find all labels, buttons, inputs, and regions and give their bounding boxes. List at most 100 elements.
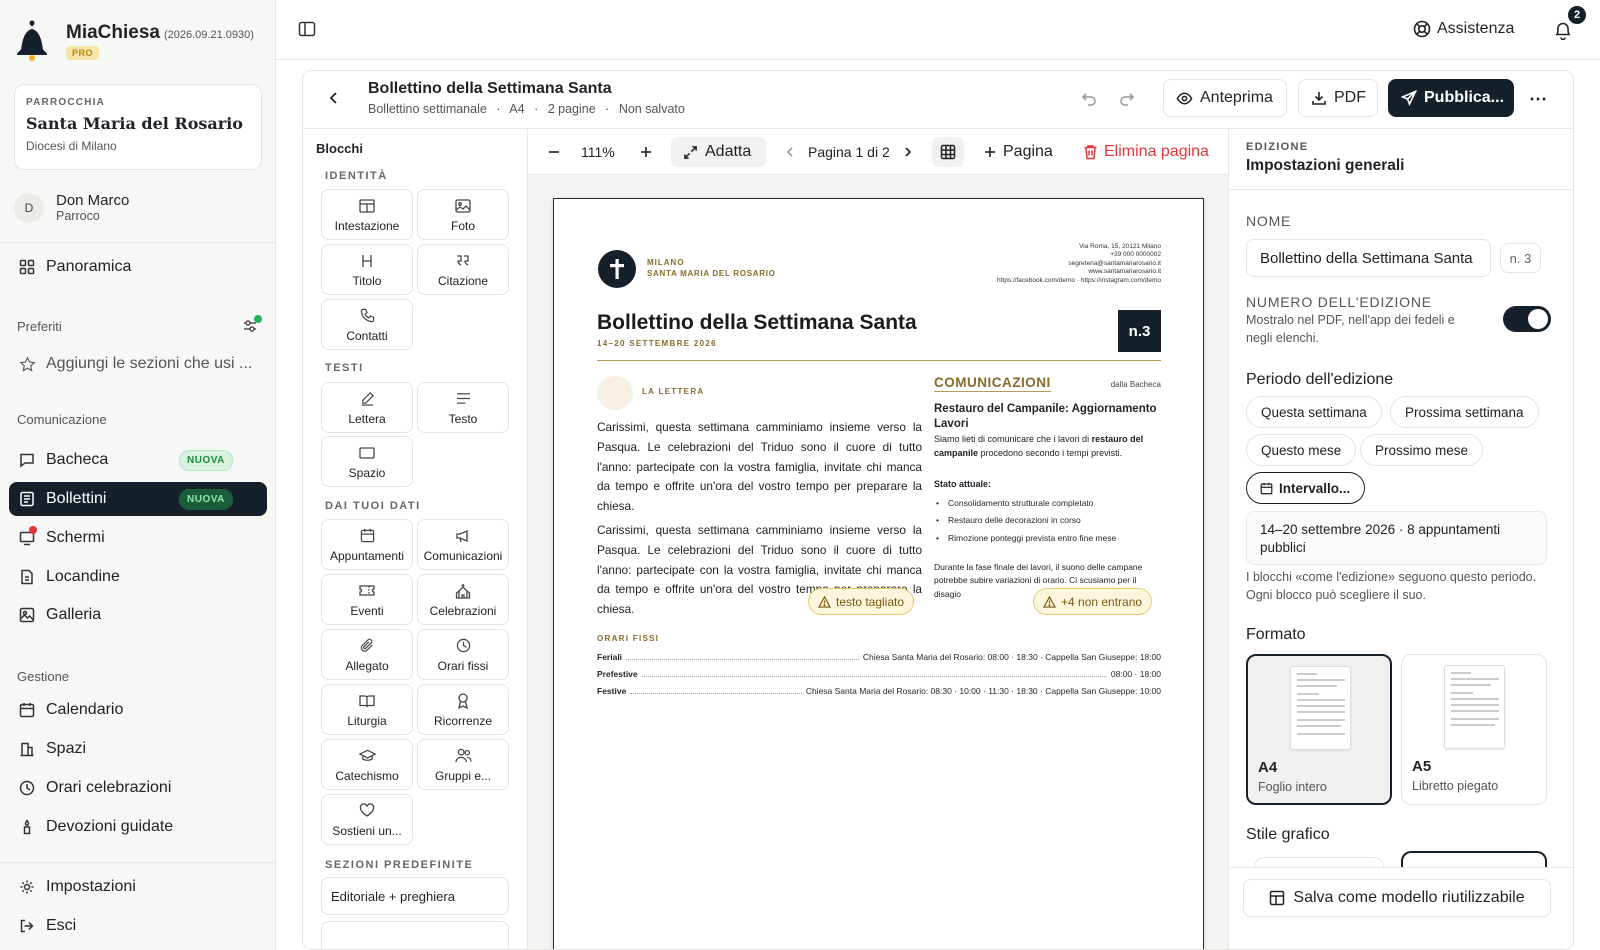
block-ricorrenze[interactable]: Ricorrenze xyxy=(417,684,509,735)
block-spazio[interactable]: Spazio xyxy=(321,436,413,487)
parish-card[interactable]: PARROCCHIA Santa Maria del Rosario Dioce… xyxy=(14,84,262,170)
nav-logout[interactable]: Esci xyxy=(9,909,267,943)
parish-name: Santa Maria del Rosario xyxy=(26,114,243,133)
block-label: Titolo xyxy=(352,273,382,288)
nav-bollettini[interactable]: Bollettini NUOVA xyxy=(9,482,267,516)
period-next-month[interactable]: Prossimo mese xyxy=(1360,434,1484,466)
leader-dots xyxy=(641,676,1107,677)
customize-favorites-icon[interactable] xyxy=(242,315,262,337)
send-icon xyxy=(1401,90,1424,106)
block-eventi[interactable]: Eventi xyxy=(321,574,413,625)
period-this-month[interactable]: Questo mese xyxy=(1246,434,1357,466)
period-hint: I blocchi «come l'edizione» seguono ques… xyxy=(1246,570,1537,602)
block-orari-fissi[interactable]: Orari fissi xyxy=(417,629,509,680)
help-button[interactable]: Assistenza xyxy=(1413,20,1514,38)
contact-social: https://facebook.com/demo · https://inst… xyxy=(996,276,1161,284)
nav-impostazioni-label: Impostazioni xyxy=(46,878,136,895)
nav-calendario[interactable]: Calendario xyxy=(9,693,267,727)
calendar-icon xyxy=(360,527,375,545)
block-gruppi[interactable]: Gruppi e... xyxy=(417,739,509,790)
hours-key: Prefestive xyxy=(597,669,638,679)
period-this-week[interactable]: Questa settimana xyxy=(1246,396,1382,428)
divider xyxy=(0,862,276,863)
editor-header: Bollettino della Settimana Santa Bollett… xyxy=(303,71,1573,129)
brand[interactable]: MiaChiesa (2026.09.21.0930) PRO xyxy=(14,18,254,62)
format-a4-option[interactable]: A4 Foglio intero xyxy=(1246,654,1392,805)
hours-value: Chiesa Santa Maria del Rosario: 08:30 · … xyxy=(805,686,1161,696)
nav-calendario-label: Calendario xyxy=(46,701,124,718)
toggle-sidebar-icon[interactable] xyxy=(298,20,316,38)
period-range-button[interactable]: Intervallo... xyxy=(1246,472,1366,504)
period-next-week[interactable]: Prossima settimana xyxy=(1390,396,1539,428)
back-chevron-icon[interactable] xyxy=(327,91,341,108)
nav-spazi[interactable]: Spazi xyxy=(9,732,267,766)
bulletin-page[interactable]: MILANO SANTA MARIA DEL ROSARIO Via Roma,… xyxy=(553,198,1204,949)
preset-next[interactable] xyxy=(321,921,509,949)
block-label: Eventi xyxy=(350,603,384,618)
grid-view-icon[interactable] xyxy=(932,137,964,167)
pdf-button[interactable]: PDF xyxy=(1298,79,1378,117)
nav-devozioni[interactable]: Devozioni guidate xyxy=(9,810,267,844)
fit-button[interactable]: Adatta xyxy=(671,137,766,167)
publish-button[interactable]: Pubblica... xyxy=(1388,79,1514,117)
favorites-hint[interactable]: Aggiungi le sezioni che usi ... xyxy=(9,347,267,381)
pro-badge: PRO xyxy=(66,46,100,60)
save-template-button[interactable]: Salva come modello riutilizzabile xyxy=(1243,879,1551,917)
format-title: Formato xyxy=(1246,626,1306,643)
nav-locandine[interactable]: Locandine xyxy=(9,560,267,594)
preview-button[interactable]: Anteprima xyxy=(1163,79,1287,117)
block-label: Comunicazioni xyxy=(423,548,503,563)
delete-page-button[interactable]: Elimina pagina xyxy=(1083,137,1209,167)
block-celebrazioni[interactable]: Celebrazioni xyxy=(417,574,509,625)
overflow-warning[interactable]: +4 non entrano xyxy=(1033,588,1153,615)
text-cut-warning[interactable]: testo tagliato xyxy=(808,588,915,615)
zoom-out-icon[interactable] xyxy=(547,137,561,167)
nav-schermi[interactable]: Schermi xyxy=(9,521,267,555)
block-label: Ricorrenze xyxy=(433,713,493,728)
meta-sep: · xyxy=(605,102,610,116)
group-title: TESTI xyxy=(325,362,364,374)
template-icon xyxy=(1269,890,1293,906)
block-liturgia[interactable]: Liturgia xyxy=(321,684,413,735)
block-citazione[interactable]: Citazione xyxy=(417,244,509,295)
block-titolo[interactable]: Titolo xyxy=(321,244,413,295)
redo-icon[interactable] xyxy=(1119,91,1135,110)
nav-galleria[interactable]: Galleria xyxy=(9,598,267,632)
block-appuntamenti[interactable]: Appuntamenti xyxy=(321,519,413,570)
clock-icon xyxy=(456,637,471,655)
block-sostieni[interactable]: Sostieni un... xyxy=(321,794,413,845)
section-label: EDIZIONE xyxy=(1246,141,1309,153)
communication-title: Comunicazione xyxy=(17,412,107,427)
edition-name-input[interactable]: Bollettino della Settimana Santa xyxy=(1246,239,1491,277)
preset-editoriale[interactable]: Editoriale + preghiera xyxy=(321,877,509,915)
meta-sep: · xyxy=(534,102,539,116)
nav-overview[interactable]: Panoramica xyxy=(9,250,267,284)
next-page-icon[interactable] xyxy=(902,137,914,167)
undo-icon[interactable] xyxy=(1081,91,1097,110)
more-options-icon[interactable]: ⋯ xyxy=(1529,89,1548,110)
add-page-button[interactable]: Pagina xyxy=(983,137,1053,167)
show-number-toggle[interactable] xyxy=(1503,306,1551,332)
nav-overview-label: Panoramica xyxy=(46,258,132,275)
block-label: Appuntamenti xyxy=(329,548,405,563)
zoom-in-icon[interactable] xyxy=(639,137,653,167)
nav-orari[interactable]: Orari celebrazioni xyxy=(9,771,267,805)
block-foto[interactable]: Foto xyxy=(417,189,509,240)
block-lettera[interactable]: Lettera xyxy=(321,382,413,433)
block-catechismo[interactable]: Catechismo xyxy=(321,739,413,790)
block-comunicazioni[interactable]: Comunicazioni xyxy=(417,519,509,570)
contact-website: www.santamariarosario.it xyxy=(1088,268,1161,276)
nav-logout-label: Esci xyxy=(46,917,77,934)
comms-source: dalla Bacheca xyxy=(1110,380,1161,389)
block-allegato[interactable]: Allegato xyxy=(321,629,413,680)
block-contatti[interactable]: Contatti xyxy=(321,299,413,350)
format-a5-option[interactable]: A5 Libretto piegato xyxy=(1401,654,1547,805)
user-profile[interactable]: D Don Marco Parroco xyxy=(14,192,129,223)
nav-bacheca[interactable]: Bacheca NUOVA xyxy=(9,443,267,477)
nav-impostazioni[interactable]: Impostazioni xyxy=(9,870,267,904)
prev-page-icon[interactable] xyxy=(784,137,796,167)
block-intestazione[interactable]: Intestazione xyxy=(321,189,413,240)
comms-title: COMUNICAZIONI xyxy=(934,375,1051,392)
block-testo[interactable]: Testo xyxy=(417,382,509,433)
notifications-button[interactable]: 2 xyxy=(1554,6,1586,40)
